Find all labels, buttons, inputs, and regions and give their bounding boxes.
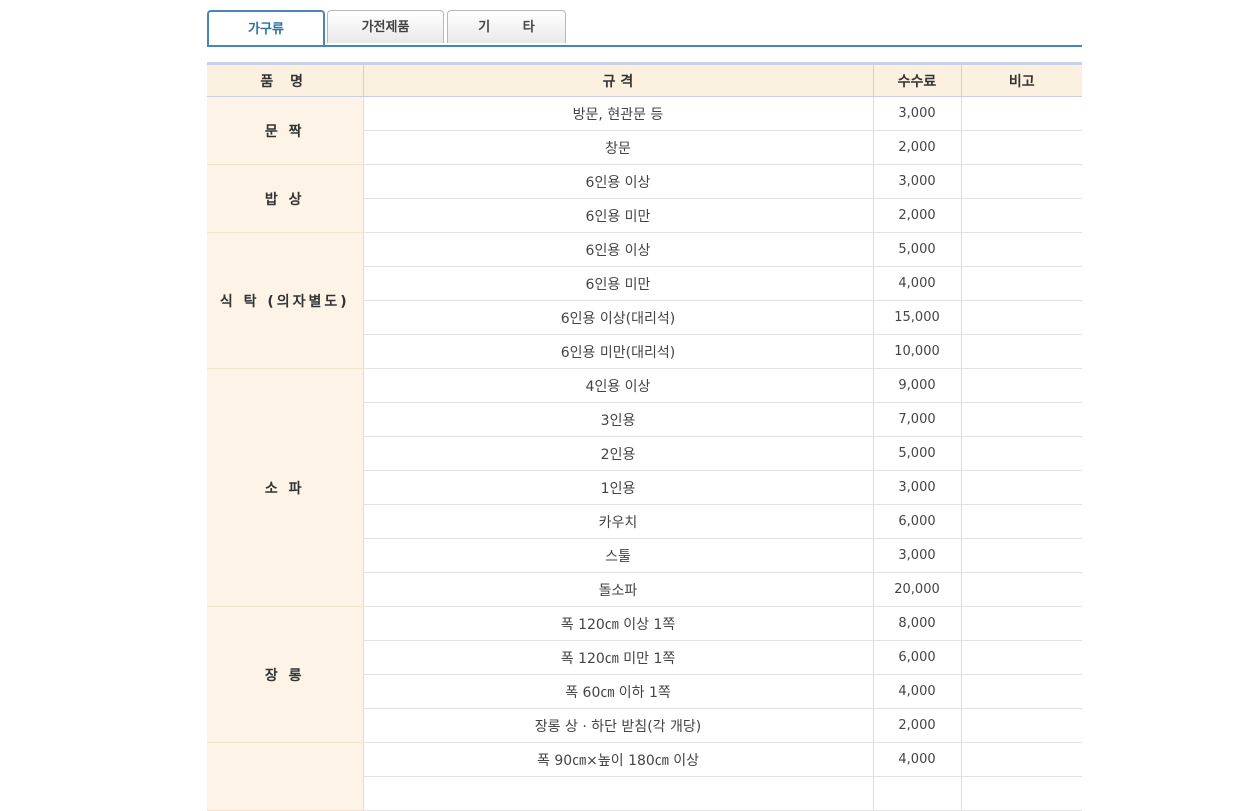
spec-cell: 폭 90㎝×높이 180㎝ 이상 bbox=[362, 742, 873, 777]
spec-cell: 폭 120㎝ 이상 1쪽 bbox=[362, 606, 873, 641]
spec-cell: 창문 bbox=[362, 130, 873, 165]
fee-table: 품 명 규 격 수수료 비고 문 짝 방문, 현관문 등 3,000 창문 2,000 밥… bbox=[207, 62, 1082, 811]
note-cell bbox=[960, 708, 1082, 743]
note-cell bbox=[960, 776, 1082, 811]
tab-furniture[interactable]: 가구류 bbox=[207, 10, 325, 45]
note-cell bbox=[960, 470, 1082, 505]
spec-cell: 폭 120㎝ 미만 1쪽 bbox=[362, 640, 873, 675]
fee-cell: 7,000 bbox=[872, 402, 961, 437]
note-cell bbox=[960, 504, 1082, 539]
note-cell bbox=[960, 674, 1082, 709]
note-cell bbox=[960, 164, 1082, 199]
note-cell bbox=[960, 334, 1082, 369]
spec-cell: 1인용 bbox=[362, 470, 873, 505]
fee-cell: 6,000 bbox=[872, 640, 961, 675]
note-cell bbox=[960, 300, 1082, 335]
item-name-cell: 밥 상 bbox=[207, 164, 363, 233]
note-cell bbox=[960, 198, 1082, 233]
fee-cell: 2,000 bbox=[872, 708, 961, 743]
spec-cell: 카우치 bbox=[362, 504, 873, 539]
fee-cell: 3,000 bbox=[872, 538, 961, 573]
fee-cell: 2,000 bbox=[872, 130, 961, 165]
fee-cell: 3,000 bbox=[872, 470, 961, 505]
fee-cell: 8,000 bbox=[872, 606, 961, 641]
note-cell bbox=[960, 266, 1082, 301]
spec-cell: 6인용 이상 bbox=[362, 164, 873, 199]
spec-cell: 4인용 이상 bbox=[362, 368, 873, 403]
header-fee: 수수료 bbox=[872, 62, 961, 97]
fee-cell: 10,000 bbox=[872, 334, 961, 369]
note-cell bbox=[960, 538, 1082, 573]
spec-cell: 스툴 bbox=[362, 538, 873, 573]
spec-cell: 방문, 현관문 등 bbox=[362, 96, 873, 131]
table-row: 소 파 4인용 이상 9,000 bbox=[207, 368, 1082, 607]
table-body: 문 짝 방문, 현관문 등 3,000 창문 2,000 밥 상 6인용 이상 3,000 6인… bbox=[207, 96, 1082, 811]
spec-cell: 6인용 미만(대리석) bbox=[362, 334, 873, 369]
item-name-cell: 문 짝 bbox=[207, 96, 363, 165]
header-spec: 규 격 bbox=[362, 62, 873, 97]
item-name-cell: 식 탁 (의자별도) bbox=[207, 232, 363, 369]
note-cell bbox=[960, 232, 1082, 267]
fee-cell: 5,000 bbox=[872, 436, 961, 471]
item-name-cell bbox=[207, 742, 363, 811]
spec-cell: 폭 60㎝ 이하 1쪽 bbox=[362, 674, 873, 709]
fee-cell: 6,000 bbox=[872, 504, 961, 539]
spec-cell: 2인용 bbox=[362, 436, 873, 471]
fee-cell: 3,000 bbox=[872, 96, 961, 131]
spec-cell: 6인용 이상(대리석) bbox=[362, 300, 873, 335]
note-cell bbox=[960, 368, 1082, 403]
table-row: 문 짝 방문, 현관문 등 3,000 bbox=[207, 96, 1082, 165]
note-cell bbox=[960, 96, 1082, 131]
fee-cell: 20,000 bbox=[872, 572, 961, 607]
header-item-name: 품 명 bbox=[207, 62, 363, 97]
note-cell bbox=[960, 402, 1082, 437]
note-cell bbox=[960, 436, 1082, 471]
spec-cell bbox=[362, 776, 873, 811]
fee-cell: 2,000 bbox=[872, 198, 961, 233]
fee-cell: 3,000 bbox=[872, 164, 961, 199]
fee-cell: 5,000 bbox=[872, 232, 961, 267]
fee-cell: 4,000 bbox=[872, 742, 961, 777]
note-cell bbox=[960, 640, 1082, 675]
spec-cell: 돌소파 bbox=[362, 572, 873, 607]
spec-cell: 3인용 bbox=[362, 402, 873, 437]
table-header-row: 품 명 규 격 수수료 비고 bbox=[207, 62, 1082, 97]
table-row: 폭 90㎝×높이 180㎝ 이상 4,000 bbox=[207, 742, 1082, 811]
fee-cell: 15,000 bbox=[872, 300, 961, 335]
note-cell bbox=[960, 742, 1082, 777]
content-wrapper: 가구류 가전제품 기 타 품 명 규 격 수수료 비고 문 짝 방문, 현관문 등… bbox=[207, 10, 1082, 811]
table-row: 밥 상 6인용 이상 3,000 bbox=[207, 164, 1082, 233]
item-name-cell: 소 파 bbox=[207, 368, 363, 607]
note-cell bbox=[960, 130, 1082, 165]
spec-cell: 장롱 상 · 하단 받침(각 개당) bbox=[362, 708, 873, 743]
fee-cell bbox=[872, 776, 961, 811]
table-row: 식 탁 (의자별도) 6인용 이상 5,000 bbox=[207, 232, 1082, 369]
note-cell bbox=[960, 606, 1082, 641]
spec-cell: 6인용 미만 bbox=[362, 198, 873, 233]
item-name-cell: 장 롱 bbox=[207, 606, 363, 743]
spec-cell: 6인용 미만 bbox=[362, 266, 873, 301]
fee-cell: 4,000 bbox=[872, 266, 961, 301]
header-note: 비고 bbox=[960, 62, 1082, 97]
note-cell bbox=[960, 572, 1082, 607]
category-tabs: 가구류 가전제품 기 타 bbox=[207, 10, 1082, 47]
table-row: 장 롱폭 120㎝ 이상 1쪽 8,000 bbox=[207, 606, 1082, 743]
tab-appliances[interactable]: 가전제품 bbox=[327, 10, 444, 43]
fee-cell: 9,000 bbox=[872, 368, 961, 403]
fee-cell: 4,000 bbox=[872, 674, 961, 709]
tab-other[interactable]: 기 타 bbox=[447, 10, 566, 43]
spec-cell: 6인용 이상 bbox=[362, 232, 873, 267]
